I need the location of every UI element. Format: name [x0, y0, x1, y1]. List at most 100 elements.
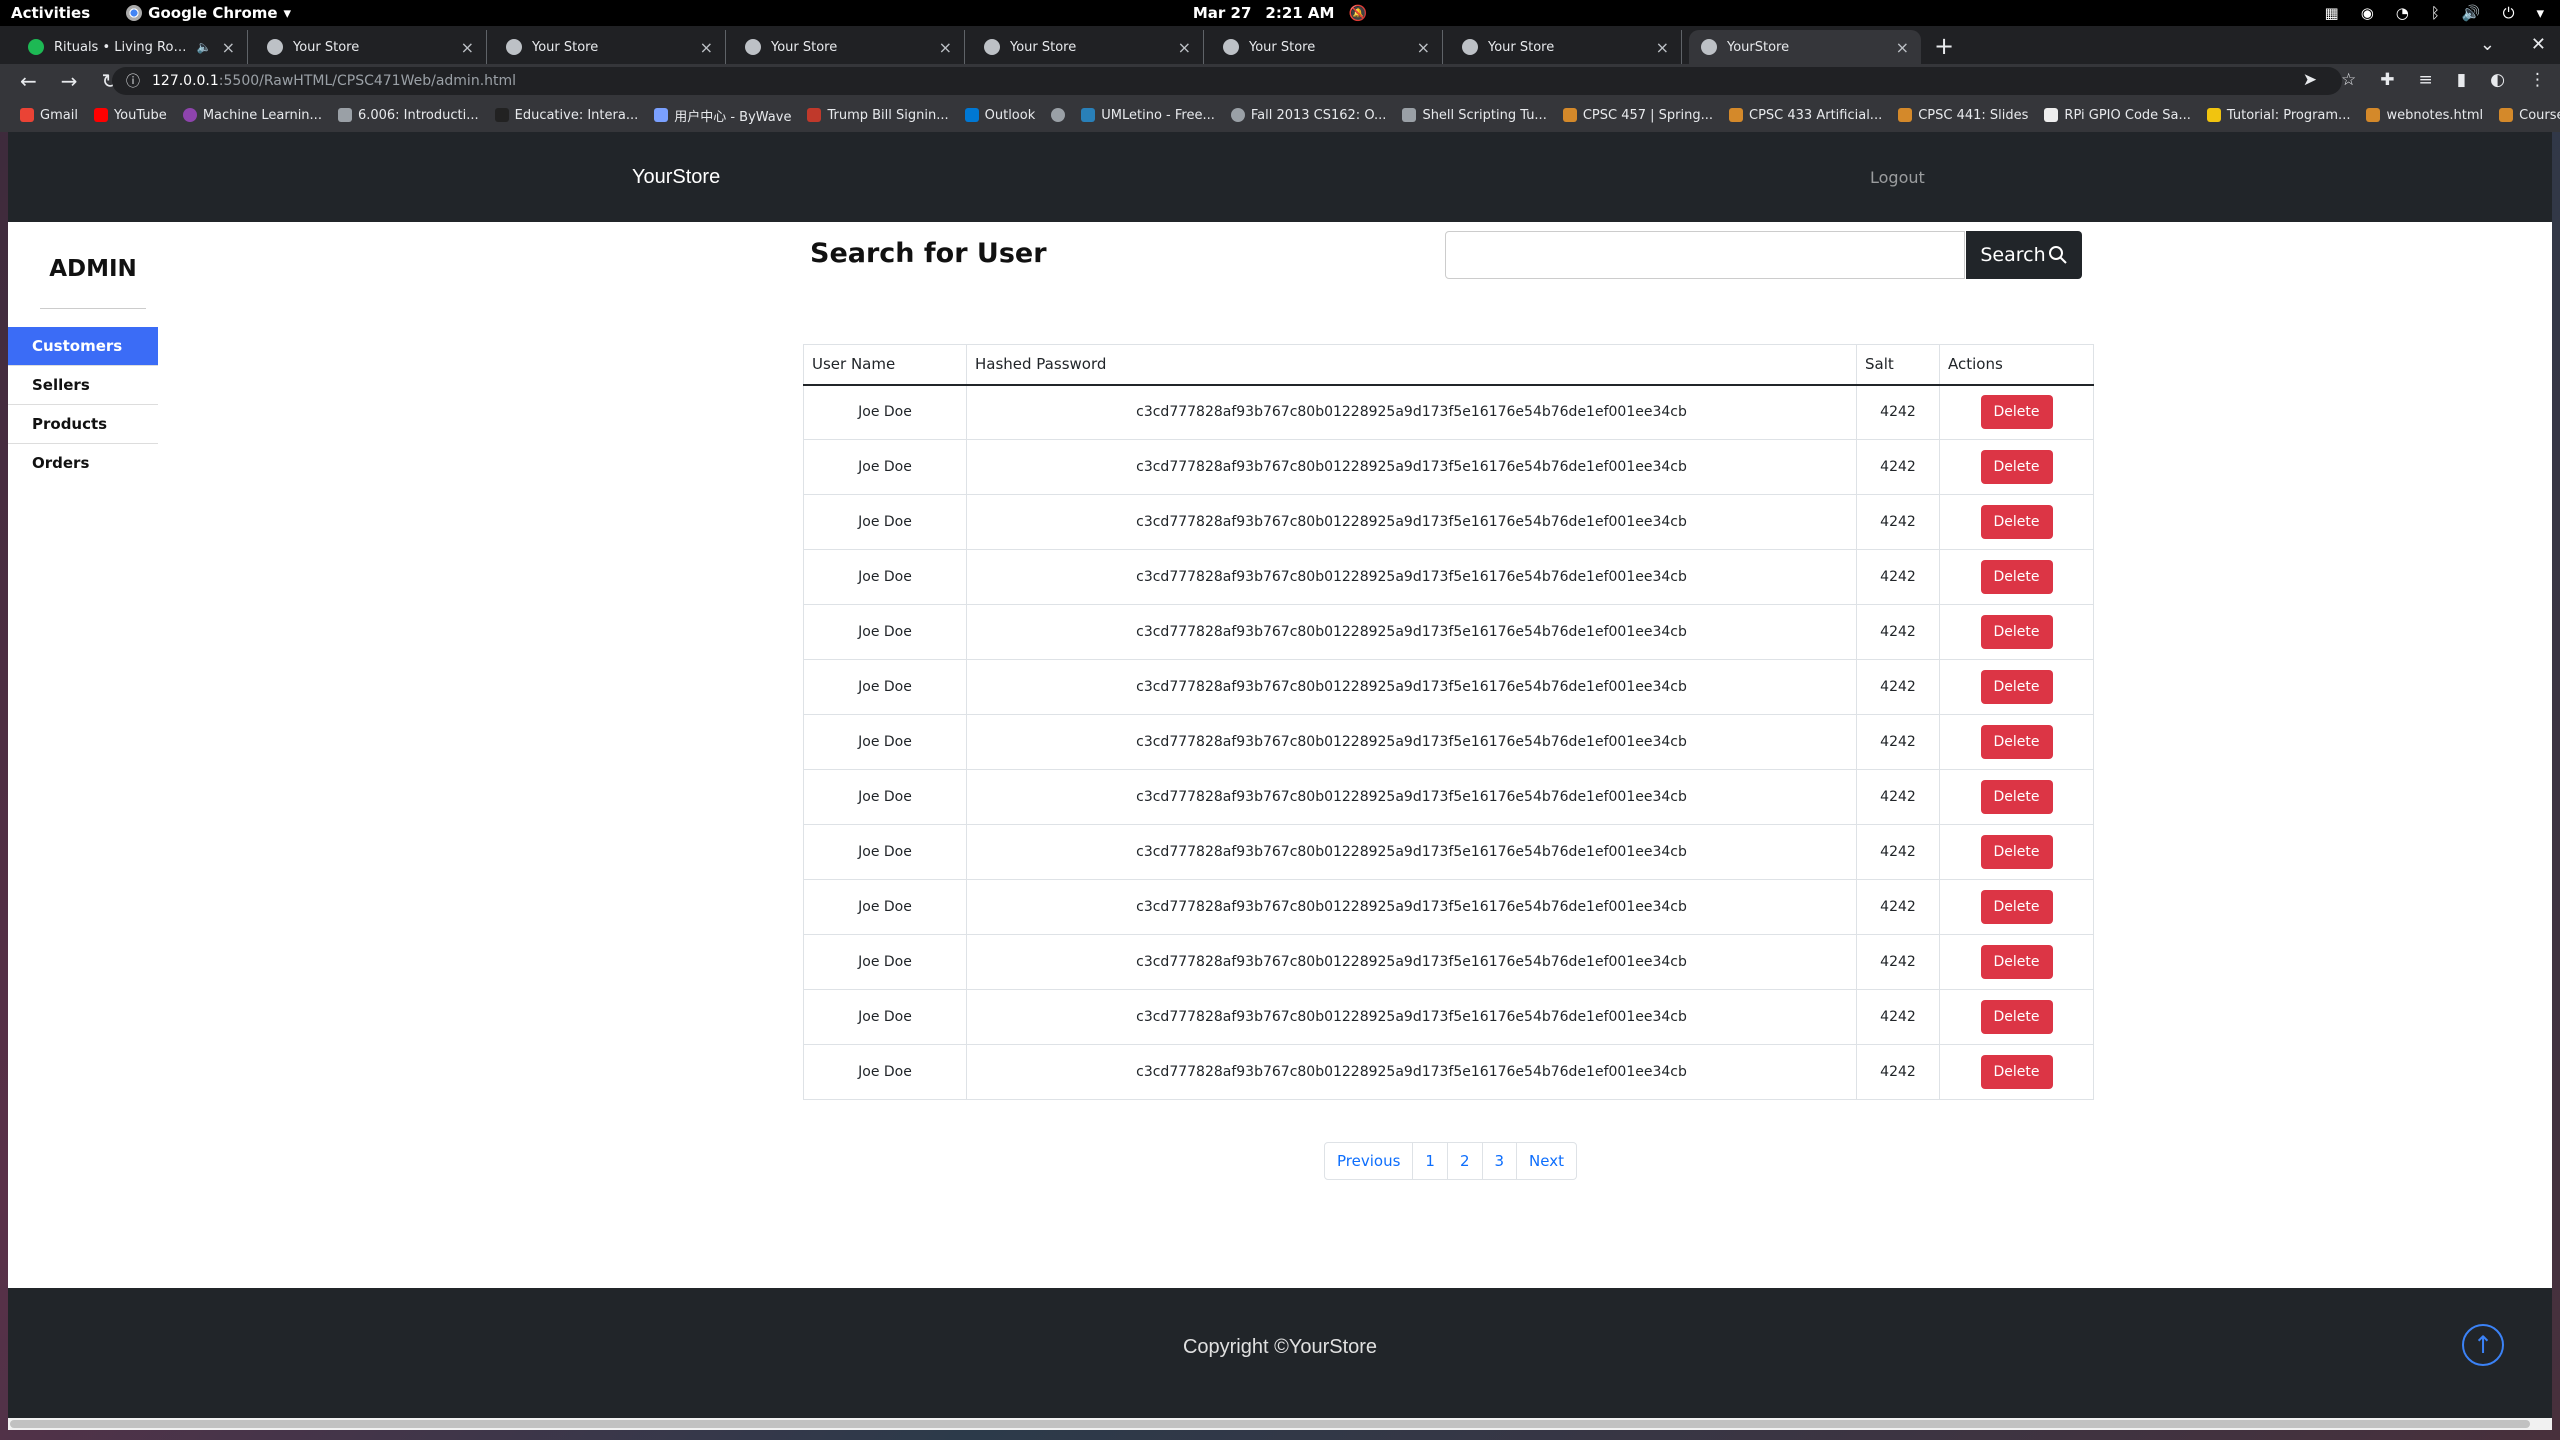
- forward-icon[interactable]: →: [61, 69, 78, 93]
- power-icon[interactable]: ⏻: [2503, 4, 2515, 22]
- bookmark[interactable]: 用户中心 - ByWave: [654, 106, 791, 125]
- bookmark-label: 用户中心 - ByWave: [674, 109, 792, 125]
- delete-button[interactable]: Delete: [1980, 780, 2053, 814]
- close-window-icon[interactable]: ✕: [2531, 34, 2546, 55]
- grid-icon[interactable]: ▦: [2325, 4, 2339, 22]
- delete-button[interactable]: Delete: [1980, 945, 2053, 979]
- delete-button[interactable]: Delete: [1980, 670, 2053, 704]
- bookmark[interactable]: Course Schedule,...: [2499, 108, 2560, 123]
- close-tab-icon[interactable]: ×: [1178, 38, 1191, 57]
- sidebar-item-sellers[interactable]: Sellers: [8, 366, 158, 405]
- bookmark[interactable]: Gmail: [20, 108, 78, 123]
- info-icon[interactable]: ⓘ: [126, 71, 140, 91]
- pagination-page-1[interactable]: 1: [1412, 1143, 1447, 1179]
- system-tray[interactable]: ▦ ◉ ◔ ᛒ 🔊 ⏻ ▾: [2325, 4, 2544, 22]
- tab-7-active[interactable]: YourStore ×: [1689, 30, 1921, 64]
- bluetooth-icon[interactable]: ᛒ: [2431, 4, 2440, 22]
- delete-button[interactable]: Delete: [1980, 1000, 2053, 1034]
- tab-4[interactable]: Your Store ×: [972, 30, 1204, 64]
- profile-icon[interactable]: ◐: [2490, 70, 2505, 90]
- horizontal-scrollbar[interactable]: [8, 1418, 2552, 1430]
- delete-button[interactable]: Delete: [1980, 505, 2053, 539]
- close-tab-icon[interactable]: ×: [461, 38, 474, 57]
- close-tab-icon[interactable]: ×: [1417, 38, 1430, 57]
- tab-2[interactable]: Your Store ×: [494, 30, 726, 64]
- activities-button[interactable]: Activities: [11, 4, 90, 22]
- send-icon[interactable]: ➤: [2303, 70, 2317, 90]
- bookmark-label: YouTube: [113, 107, 167, 123]
- discord-icon[interactable]: ◉: [2361, 4, 2374, 22]
- delete-button[interactable]: Delete: [1980, 560, 2053, 594]
- delete-button[interactable]: Delete: [1980, 395, 2053, 430]
- volume-icon[interactable]: 🔊: [2462, 4, 2481, 22]
- delete-button[interactable]: Delete: [1980, 1055, 2053, 1089]
- table-row: Joe Doe c3cd777828af93b767c80b01228925a9d…: [803, 659, 2094, 715]
- site-footer: Copyright ©YourStore ↑: [8, 1288, 2552, 1418]
- speaker-icon[interactable]: 🔈: [197, 40, 212, 54]
- globe-icon: [1701, 39, 1717, 55]
- menu-icon[interactable]: ⋮: [2529, 70, 2546, 90]
- pagination-previous[interactable]: Previous: [1325, 1143, 1412, 1179]
- close-tab-icon[interactable]: ×: [222, 38, 235, 57]
- delete-button[interactable]: Delete: [1980, 615, 2053, 649]
- back-to-top-button[interactable]: ↑: [2462, 1324, 2504, 1366]
- sidebar-item-products[interactable]: Products: [8, 405, 158, 444]
- tab-5[interactable]: Your Store ×: [1211, 30, 1443, 64]
- tab-0[interactable]: Rituals • Living Room, M 🔈 ×: [16, 30, 248, 64]
- scrollbar-thumb[interactable]: [10, 1420, 2530, 1428]
- bookmark[interactable]: Machine Learnin...: [182, 108, 322, 123]
- delete-button[interactable]: Delete: [1980, 835, 2053, 869]
- tab-search-icon[interactable]: ⌄: [2480, 34, 2495, 55]
- search-input[interactable]: [1445, 231, 1965, 279]
- new-tab-button[interactable]: +: [1934, 32, 1954, 60]
- tab-3[interactable]: Your Store ×: [733, 30, 965, 64]
- column-header: Actions: [1939, 344, 2094, 386]
- delete-button[interactable]: Delete: [1980, 725, 2053, 759]
- bookmark[interactable]: CPSC 433 Artificial...: [1729, 108, 1882, 123]
- bookmark[interactable]: Shell Scripting Tu...: [1402, 107, 1547, 123]
- sidebar-item-customers[interactable]: Customers: [8, 327, 158, 366]
- bookmark[interactable]: Trump Bill Signin...: [807, 108, 949, 123]
- close-tab-icon[interactable]: ×: [1896, 38, 1909, 57]
- pagination-page-3[interactable]: 3: [1481, 1143, 1517, 1179]
- search-button[interactable]: Search: [1966, 231, 2082, 279]
- bookmark-label: Shell Scripting Tu...: [1422, 107, 1547, 123]
- sidepanel-icon[interactable]: ▮: [2457, 70, 2466, 90]
- bookmark[interactable]: UMLetino - Free...: [1081, 108, 1215, 123]
- pagination-next[interactable]: Next: [1516, 1143, 1576, 1179]
- bookmark[interactable]: [1051, 108, 1066, 122]
- tab-title: YourStore: [1727, 39, 1790, 55]
- shield-icon: [1898, 108, 1913, 122]
- app-menu[interactable]: Google Chrome ▾: [126, 4, 291, 22]
- caret-down-icon[interactable]: ▾: [2536, 4, 2544, 22]
- bookmark[interactable]: Tutorial: Program...: [2206, 108, 2350, 123]
- bookmark[interactable]: RPi GPIO Code Sa...: [2044, 108, 2191, 123]
- back-icon[interactable]: ←: [20, 69, 37, 93]
- close-tab-icon[interactable]: ×: [1656, 38, 1669, 57]
- bookmark[interactable]: Fall 2013 CS162: O...: [1230, 108, 1386, 123]
- bookmark[interactable]: YouTube: [93, 107, 167, 123]
- extensions-icon[interactable]: ✚: [2380, 70, 2394, 90]
- bookmark[interactable]: Educative: Intera...: [494, 108, 638, 123]
- tab-1[interactable]: Your Store ×: [255, 30, 487, 64]
- clock[interactable]: Mar 27 2:21 AM 🔕: [1193, 4, 1367, 22]
- bookmark[interactable]: CPSC 457 | Spring...: [1562, 108, 1713, 123]
- wifi-icon[interactable]: ◔: [2396, 4, 2409, 22]
- site-brand[interactable]: YourStore: [632, 166, 720, 189]
- bookmark[interactable]: webnotes.html: [2366, 108, 2483, 123]
- cell-salt: 4242: [1856, 989, 1940, 1045]
- bookmark[interactable]: CPSC 441: Slides: [1898, 108, 2028, 123]
- tab-6[interactable]: Your Store ×: [1450, 30, 1682, 64]
- address-bar[interactable]: ⓘ 127.0.0.1:5500/RawHTML/CPSC471Web/admi…: [112, 67, 2342, 95]
- logout-link[interactable]: Logout: [1870, 168, 1925, 187]
- sidebar-item-orders[interactable]: Orders: [8, 444, 158, 482]
- bookmark[interactable]: Outlook: [964, 108, 1035, 123]
- media-icon[interactable]: ≡: [2419, 70, 2433, 90]
- star-icon[interactable]: ☆: [2341, 70, 2356, 90]
- close-tab-icon[interactable]: ×: [939, 38, 952, 57]
- delete-button[interactable]: Delete: [1980, 450, 2053, 484]
- bookmark[interactable]: 6.006: Introducti...: [337, 108, 479, 123]
- pagination-page-2[interactable]: 2: [1446, 1143, 1482, 1179]
- close-tab-icon[interactable]: ×: [700, 38, 713, 57]
- delete-button[interactable]: Delete: [1980, 890, 2053, 924]
